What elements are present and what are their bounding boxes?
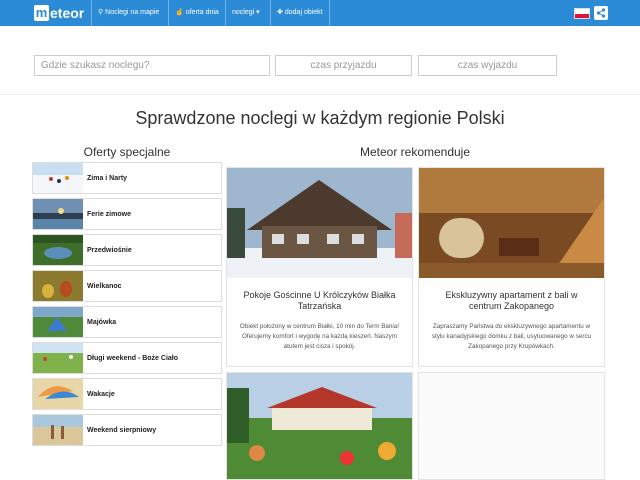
nav-offer-label: oferta dnia [185, 9, 219, 16]
offer-item-holidays[interactable]: Wakacje [32, 378, 222, 410]
nav-map-link[interactable]: ⚲ Noclegi na mapie [91, 0, 165, 26]
card-title[interactable]: Pokoje Gościnne U Królczyków Białka Tatr… [227, 290, 412, 312]
recommend-card[interactable]: Pokoje Gościnne U Królczyków Białka Tatr… [226, 167, 413, 367]
beach-people-thumbnail [33, 415, 83, 445]
house-garden-photo [227, 373, 412, 479]
caret-down-icon: ▾ [256, 9, 260, 16]
recommend-card-placeholder [418, 372, 605, 480]
logo-mark: m [34, 5, 49, 21]
offer-item-long-weekend[interactable]: Długi weekend - Boże Ciało [32, 342, 222, 374]
share-icon[interactable] [594, 6, 608, 20]
nav-map-label: Noclegi na mapie [105, 9, 160, 16]
arrival-date-input[interactable] [275, 55, 412, 76]
easter-thumbnail [33, 271, 83, 301]
offer-item-august[interactable]: Weekend sierpniowy [32, 414, 222, 446]
log-apartment-photo [419, 168, 604, 278]
top-navbar: m eteor ⚲ Noclegi na mapie ☝ oferta dnia n… [0, 0, 640, 26]
beach-thumbnail [33, 379, 83, 409]
offer-label: Długi weekend - Boże Ciało [87, 354, 179, 362]
offer-label: Zima i Narty [87, 174, 128, 182]
winter-lake-thumbnail [33, 199, 83, 229]
offer-item-majowka[interactable]: Majówka [32, 306, 222, 338]
offer-item-spring[interactable]: Przedwiośnie [32, 234, 222, 266]
polish-flag-icon[interactable] [574, 8, 590, 19]
nav-offer-of-day-link[interactable]: ☝ oferta dnia [168, 0, 225, 26]
offer-label: Weekend sierpniowy [87, 426, 157, 434]
meteor-logo[interactable]: m eteor [34, 4, 84, 22]
offer-item-winter[interactable]: Zima i Narty [32, 162, 222, 194]
departure-date-input[interactable] [418, 55, 557, 76]
meadow-thumbnail [33, 343, 83, 373]
offer-item-easter[interactable]: Wielkanoc [32, 270, 222, 302]
logo-text: eteor [50, 5, 85, 21]
camping-thumbnail [33, 307, 83, 337]
where-search-input[interactable] [34, 55, 270, 76]
offer-label: Wielkanoc [87, 282, 122, 290]
card-description: Obiekt położony w centrum Białki, 10 min… [239, 323, 400, 350]
offer-label: Wakacje [87, 390, 115, 398]
special-offers-heading: Oferty specjalne [83, 145, 171, 159]
card-title[interactable]: Ekskluzywny apartament z bali w centrum … [419, 290, 604, 312]
recommend-heading: Meteor rekomenduje [359, 145, 471, 159]
offer-label: Majówka [87, 318, 117, 326]
nav-add-object-link[interactable]: ✚ dodaj obiekt [270, 0, 330, 26]
thumbs-up-icon: ☝ [175, 9, 184, 16]
nav-noclegi-label: noclegi [232, 9, 255, 16]
nav-add-label: dodaj obiekt [284, 9, 323, 16]
plus-icon: ✚ [277, 9, 283, 16]
guesthouse-photo [227, 168, 412, 278]
map-marker-icon: ⚲ [98, 9, 104, 16]
nav-noclegi-dropdown[interactable]: noclegi ▾ [225, 0, 268, 26]
winter-ski-thumbnail [33, 163, 83, 193]
divider [0, 94, 640, 95]
offer-label: Przedwiośnie [87, 246, 132, 254]
card-description: Zapraszamy Państwa do ekskluzywnego apar… [431, 323, 592, 350]
spring-forest-thumbnail [33, 235, 83, 265]
offer-label: Ferie zimowe [87, 210, 131, 218]
page-title: Sprawdzone noclegi w każdym regionie Pol… [135, 108, 505, 128]
offer-item-ferie[interactable]: Ferie zimowe [32, 198, 222, 230]
recommend-card-photo[interactable] [226, 372, 413, 480]
recommend-card[interactable]: Ekskluzywny apartament z bali w centrum … [418, 167, 605, 367]
